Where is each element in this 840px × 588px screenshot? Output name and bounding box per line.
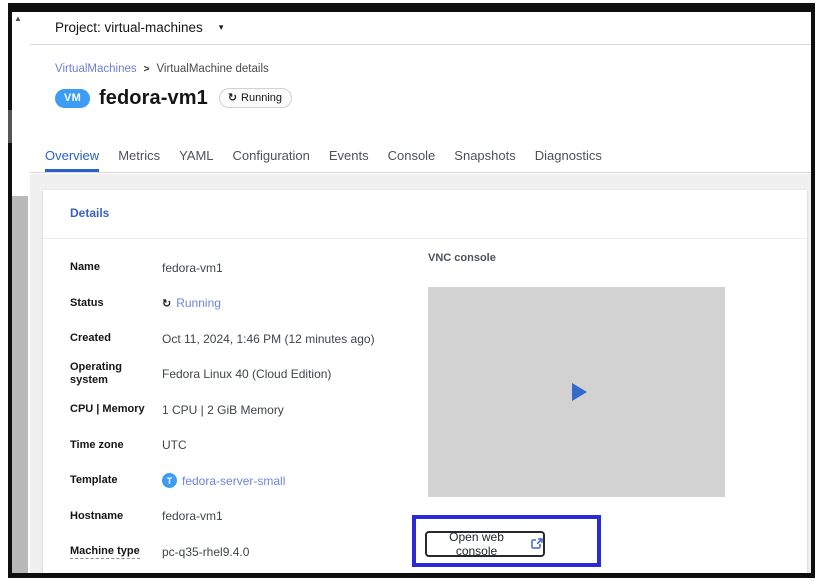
detail-label: Status [70, 296, 104, 309]
detail-label: Name [70, 261, 100, 274]
details-list: Name fedora-vm1 Status ↻ Running Created [70, 250, 435, 570]
caret-down-icon: ▾ [218, 22, 224, 32]
detail-value: 1 CPU | 2 GiB Memory [162, 402, 284, 417]
detail-label: Operating system [70, 361, 122, 387]
detail-row-cpu-memory: CPU | Memory 1 CPU | 2 GiB Memory [70, 392, 435, 428]
details-card-title-link[interactable]: Details [70, 206, 109, 220]
detail-value: fedora-vm1 [162, 509, 223, 524]
detail-row-operating-system: Operating system Fedora Linux 40 (Cloud … [70, 357, 435, 393]
detail-row-machine-type: Machine type pc-q35-rhel9.4.0 [70, 534, 435, 570]
sync-icon: ↻ [227, 91, 238, 104]
detail-label: Template [70, 474, 118, 487]
detail-label: CPU | Memory [70, 403, 145, 416]
divider [43, 238, 807, 239]
divider [30, 44, 811, 45]
tab-configuration[interactable]: Configuration [233, 138, 310, 172]
detail-label: Time zone [70, 438, 124, 451]
page-header: VM fedora-vm1 ↻ Running [55, 85, 293, 111]
tab-overview[interactable]: Overview [45, 138, 100, 172]
external-link-icon [531, 538, 543, 549]
tab-yaml[interactable]: YAML [179, 138, 213, 172]
breadcrumb: VirtualMachines > VirtualMachine details [55, 63, 269, 75]
left-scrollbar[interactable]: ▲ [8, 12, 30, 573]
tab-console[interactable]: Console [388, 138, 436, 172]
detail-value: fedora-vm1 [162, 260, 223, 275]
page-title: fedora-vm1 [99, 86, 208, 109]
scroll-up-icon[interactable]: ▲ [14, 14, 22, 23]
tab-bar: Overview Metrics YAML Configuration Even… [30, 138, 811, 173]
vnc-console-preview[interactable] [428, 287, 725, 497]
machine-type-help-label[interactable]: Machine type [70, 545, 140, 560]
detail-value: Oct 11, 2024, 1:46 PM (12 minutes ago) [162, 331, 375, 346]
breadcrumb-separator-icon: > [143, 63, 150, 75]
detail-row-time-zone: Time zone UTC [70, 428, 435, 464]
detail-label: Created [70, 332, 111, 345]
detail-label: Hostname [70, 509, 124, 522]
tab-metrics[interactable]: Metrics [118, 138, 160, 172]
status-badge-label: Running [241, 91, 283, 104]
breadcrumb-current: VirtualMachine details [156, 63, 269, 75]
vm-kind-badge: VM [55, 88, 90, 108]
detail-value: pc-q35-rhel9.4.0 [162, 544, 250, 559]
detail-value: UTC [162, 438, 187, 453]
status-badge[interactable]: ↻ Running [218, 88, 293, 108]
breadcrumb-link-virtualmachines[interactable]: VirtualMachines [55, 63, 137, 75]
play-icon[interactable] [572, 383, 587, 401]
project-selector[interactable]: Project: virtual-machines ▾ [55, 20, 223, 35]
template-kind-badge: T [162, 473, 177, 489]
tab-diagnostics[interactable]: Diagnostics [535, 138, 602, 172]
screenshot-frame: ▲ Project: virtual-machines ▾ VirtualMac… [8, 3, 815, 578]
open-web-console-label: Open web console [449, 530, 504, 558]
template-link[interactable]: fedora-server-small [182, 474, 285, 488]
project-selector-label: Project: virtual-machines [55, 20, 203, 35]
sync-icon: ↻ [162, 296, 172, 310]
scrollbar-thumb[interactable] [12, 196, 28, 573]
tab-snapshots[interactable]: Snapshots [454, 138, 515, 172]
detail-row-status: Status ↻ Running [70, 286, 435, 322]
content-area: Details Name fedora-vm1 Status ↻ Running [30, 174, 811, 573]
details-card: Details Name fedora-vm1 Status ↻ Running [43, 190, 807, 573]
tab-events[interactable]: Events [329, 138, 369, 172]
project-bar: Project: virtual-machines ▾ [30, 12, 811, 44]
detail-row-hostname: Hostname fedora-vm1 [70, 499, 435, 535]
detail-row-name: Name fedora-vm1 [70, 250, 435, 286]
detail-row-created: Created Oct 11, 2024, 1:46 PM (12 minute… [70, 321, 435, 357]
detail-row-template: Template T fedora-server-small [70, 463, 435, 499]
scrollbar-thumb[interactable] [8, 110, 12, 143]
status-running-link[interactable]: Running [176, 296, 221, 310]
vnc-console-label: VNC console [428, 252, 496, 264]
detail-value: Fedora Linux 40 (Cloud Edition) [162, 367, 332, 382]
open-web-console-button[interactable]: Open web console [425, 530, 545, 558]
